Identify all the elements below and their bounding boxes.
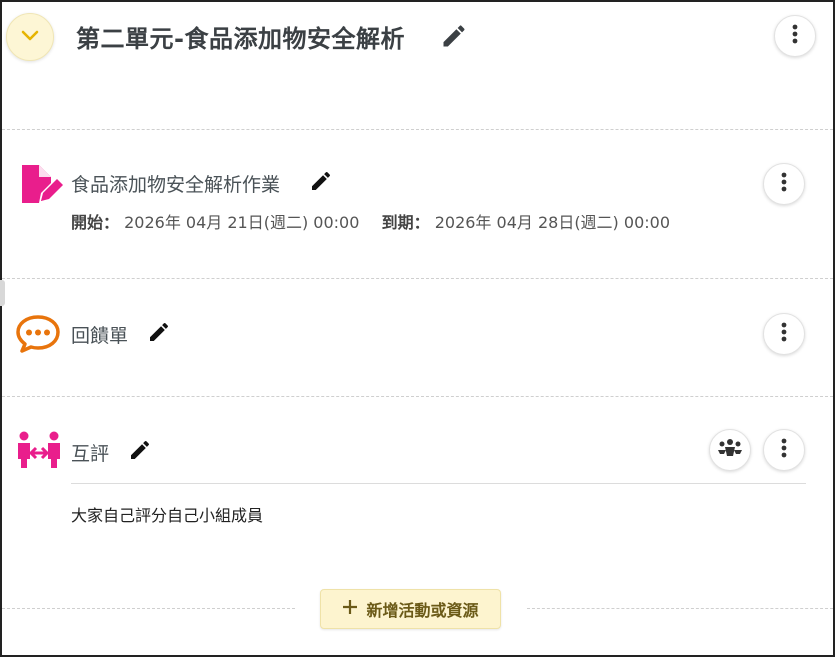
kebab-menu-icon	[781, 172, 787, 196]
section-menu-button[interactable]	[774, 15, 816, 57]
divider	[2, 129, 833, 130]
peer-review-icon	[17, 431, 61, 475]
assignment-icon	[19, 163, 63, 209]
divider	[2, 608, 295, 609]
assignment-menu-button[interactable]	[763, 163, 805, 205]
assignment-dates: 開始： 2026年 04月 21日(週二) 00:00 到期： 2026年 04…	[71, 209, 670, 233]
edit-assignment-title-icon[interactable]	[309, 169, 333, 197]
feedback-icon	[15, 314, 61, 358]
due-label: 到期：	[381, 213, 430, 232]
section-title[interactable]: 第二單元-食品添加物安全解析	[76, 19, 405, 54]
kebab-menu-icon	[792, 24, 798, 48]
assignment-title[interactable]: 食品添加物安全解析作業	[71, 170, 280, 197]
plus-icon	[342, 598, 358, 620]
kebab-menu-icon	[781, 438, 787, 462]
kebab-menu-icon	[781, 322, 787, 346]
feedback-menu-button[interactable]	[763, 313, 805, 355]
drawer-handle[interactable]	[0, 280, 5, 306]
peer-review-title[interactable]: 互評	[71, 439, 109, 466]
divider	[527, 608, 833, 609]
feedback-title[interactable]: 回饋單	[71, 321, 128, 348]
peer-review-description: 大家自己評分自己小組成員	[71, 506, 264, 525]
due-value: 2026年 04月 28日(週二) 00:00	[434, 213, 670, 232]
add-activity-button[interactable]: 新增活動或資源	[320, 589, 501, 629]
group-mode-button[interactable]	[709, 429, 751, 471]
edit-section-title-icon[interactable]	[440, 22, 468, 54]
description-divider	[71, 483, 806, 484]
divider	[2, 396, 833, 397]
edit-feedback-title-icon[interactable]	[147, 320, 171, 348]
groups-icon	[717, 438, 743, 462]
chevron-down-icon	[20, 28, 40, 47]
collapse-section-button[interactable]	[6, 13, 54, 61]
edit-peer-review-title-icon[interactable]	[128, 438, 152, 466]
peer-review-menu-button[interactable]	[763, 429, 805, 471]
divider	[2, 278, 833, 279]
start-label: 開始：	[71, 213, 120, 232]
start-value: 2026年 04月 21日(週二) 00:00	[124, 213, 360, 232]
add-activity-label: 新增活動或資源	[366, 601, 479, 620]
